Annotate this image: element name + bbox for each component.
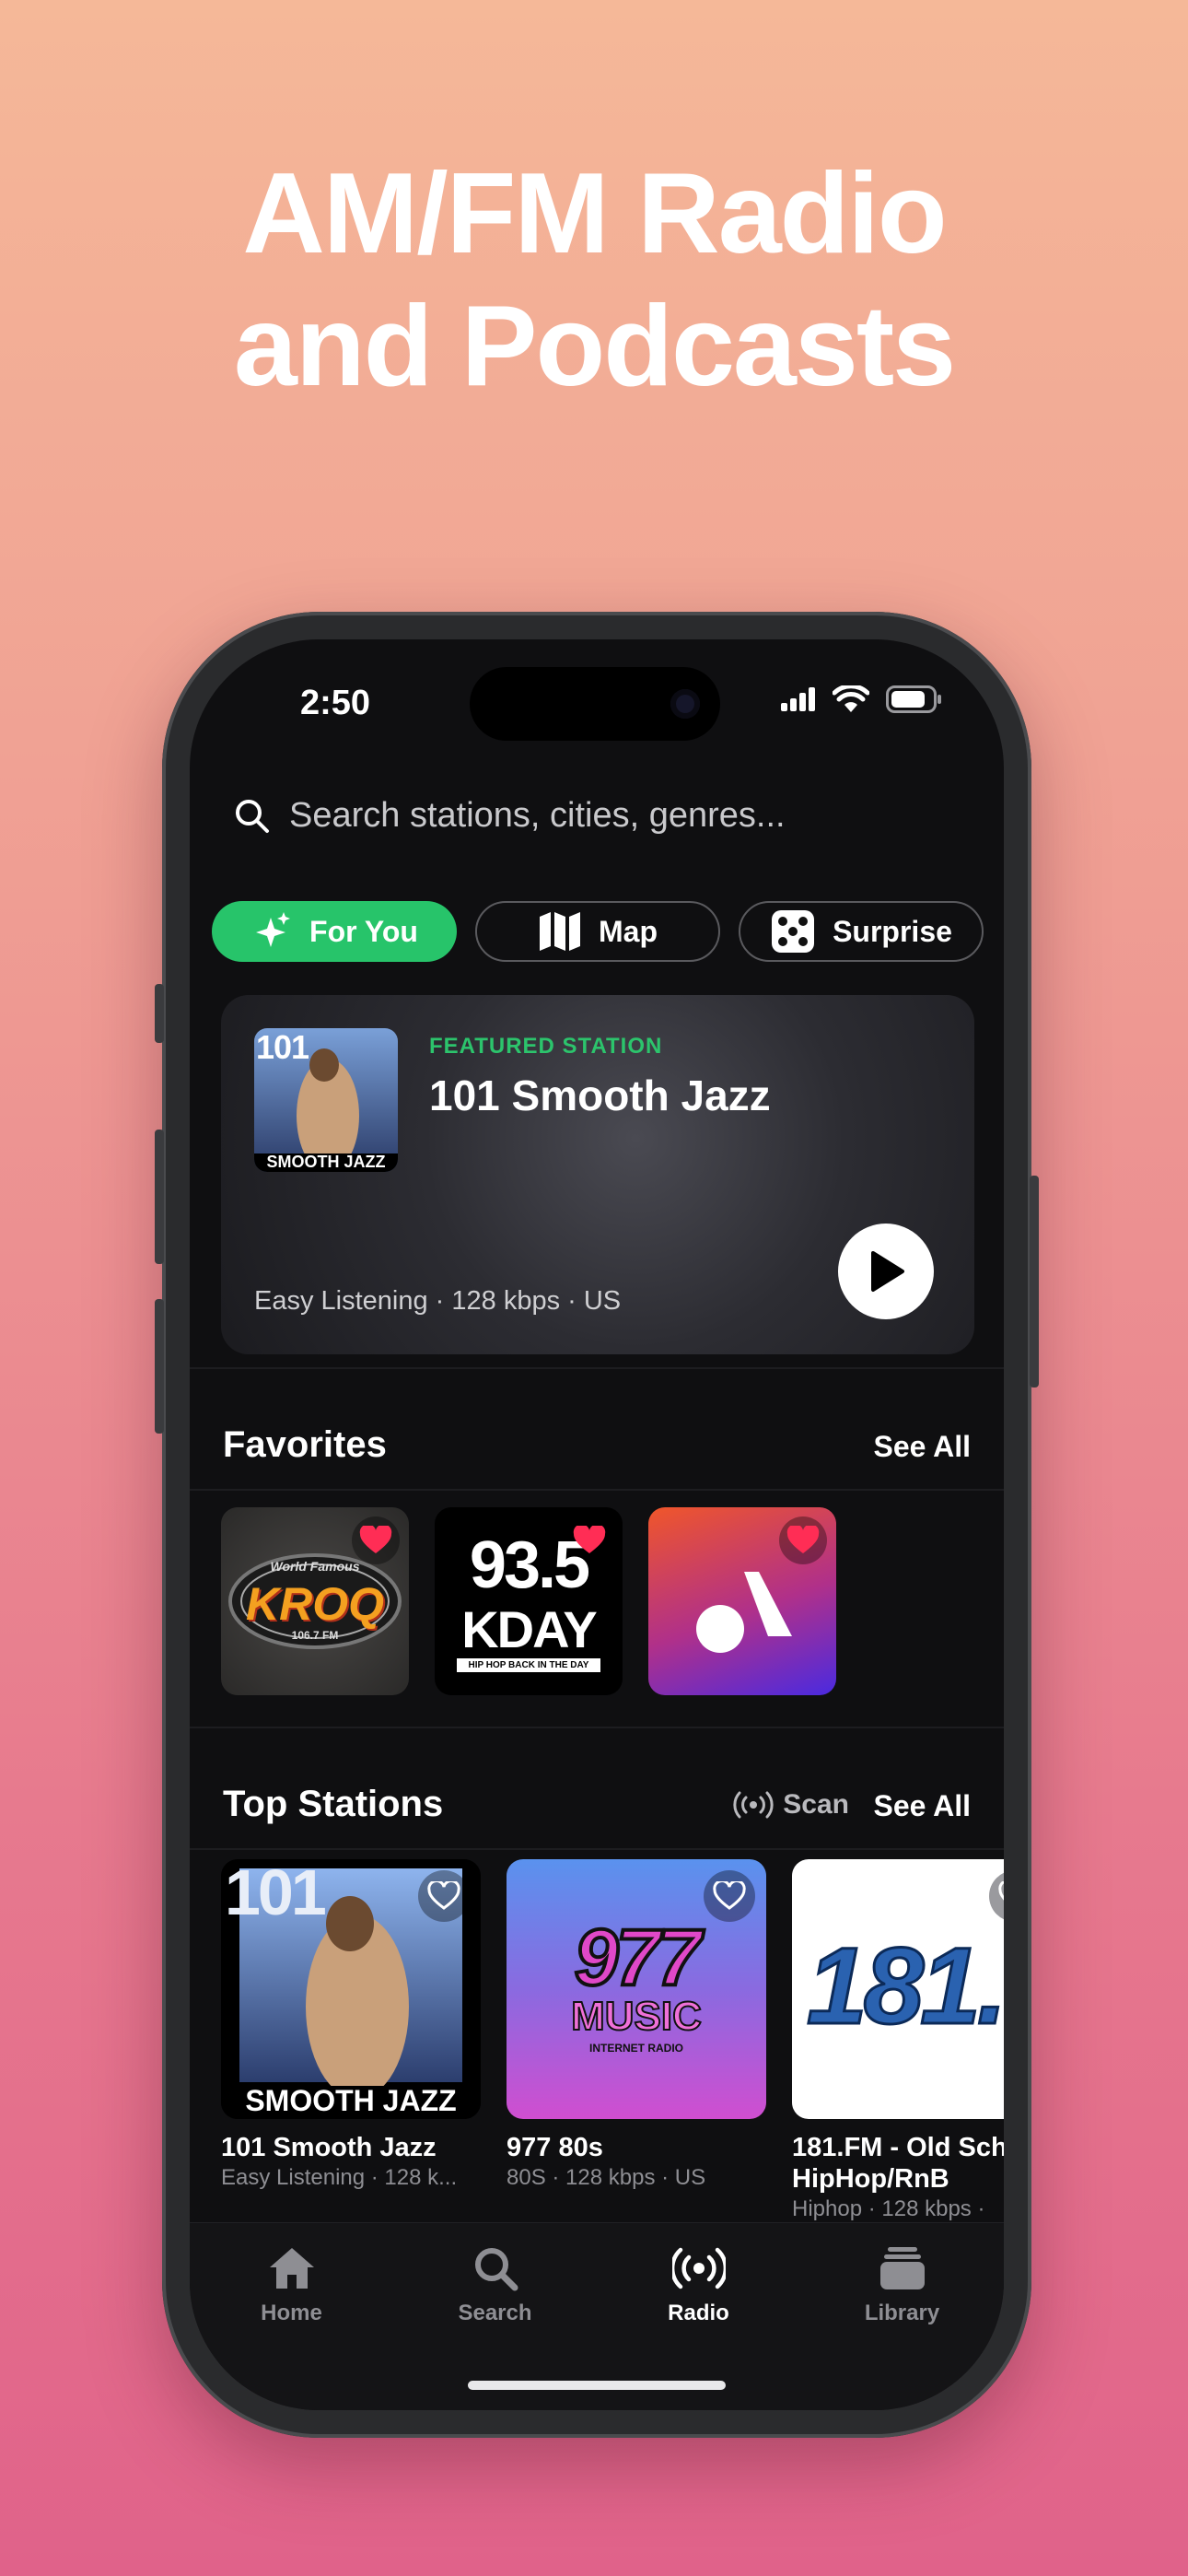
volume-down-button (155, 1299, 164, 1434)
sparkles-icon (256, 912, 291, 947)
play-button[interactable] (838, 1224, 934, 1319)
search-icon (474, 2248, 518, 2291)
favorite-heart[interactable] (565, 1516, 613, 1564)
battery-icon (886, 685, 941, 713)
favorite-toggle[interactable] (704, 1870, 755, 1922)
favorite-toggle[interactable] (989, 1870, 1004, 1922)
chip-for-you-label: For You (309, 914, 418, 948)
favorite-kday[interactable]: 93.5 KDAY HIP HOP BACK IN THE DAY (435, 1507, 623, 1695)
section-divider (190, 1367, 1004, 1369)
heart-outline-icon (998, 1881, 1004, 1901)
headline: AM/FM Radio and Podcasts (0, 147, 1188, 413)
dynamic-island (470, 667, 720, 741)
action-button (155, 984, 164, 1043)
station-card[interactable]: 977 MUSIC INTERNET RADIO 977 80s 80S · 1… (507, 1859, 766, 2222)
tab-search-label: Search (458, 2301, 532, 2325)
app-screen: 2:50 Search stations, cities, genres... (190, 639, 1004, 2410)
radio-waves-icon (671, 2247, 726, 2289)
station-meta: Hiphop · 128 kbps · (792, 2196, 985, 2221)
featured-station-card[interactable]: 101 SMOOTH JAZZ FEATURED STATION 101 Smo… (221, 995, 974, 1354)
map-icon (540, 912, 580, 951)
top-stations-see-all[interactable]: See All (873, 1789, 971, 1823)
kday-tagline: HIP HOP BACK IN THE DAY (457, 1658, 600, 1672)
chip-map-label: Map (599, 914, 658, 948)
volume-up-button (155, 1130, 164, 1264)
top-stations-title: Top Stations (223, 1784, 444, 1824)
featured-title: 101 Smooth Jazz (429, 1071, 771, 1119)
favorite-audacy[interactable] (648, 1507, 836, 1695)
filter-chips: For You Map Surprise (212, 901, 984, 962)
featured-meta: Easy Listening · 128 kbps · US (254, 1286, 622, 1316)
heart-filled-icon (359, 1526, 392, 1553)
station-art-wordmark: MUSIC (570, 1993, 703, 2040)
heart-filled-icon (573, 1526, 606, 1553)
heart-filled-icon (786, 1526, 820, 1553)
station-art-number: 101 (225, 1859, 327, 1928)
station-meta: Easy Listening · 128 k... (221, 2165, 458, 2190)
home-indicator (468, 2381, 726, 2390)
chip-surprise-label: Surprise (833, 914, 952, 948)
station-name: 181.FM - Old Sch HipHop/RnB (792, 2133, 1004, 2194)
headline-line-2: and Podcasts (233, 283, 956, 410)
cellular-signal-icon (781, 687, 815, 711)
heart-outline-icon (427, 1881, 460, 1910)
featured-art-number: 101 (256, 1028, 309, 1066)
station-artwork: 101 SMOOTH JAZZ (221, 1859, 481, 2119)
search-icon (236, 799, 269, 833)
featured-art-caption: SMOOTH JAZZ (266, 1153, 386, 1171)
tab-home[interactable]: Home (190, 2223, 393, 2410)
play-icon (871, 1251, 904, 1292)
search-bar[interactable]: Search stations, cities, genres... (234, 796, 786, 836)
home-icon (269, 2248, 314, 2289)
kroq-frequency: 106.7 FM (291, 1629, 339, 1642)
favorite-kroq[interactable]: World Famous KROQ 106.7 FM (221, 1507, 409, 1695)
kroq-wordmark: KROQ (246, 1578, 384, 1630)
status-time: 2:50 (300, 684, 371, 722)
headline-line-1: AM/FM Radio (242, 150, 947, 277)
favorites-list: World Famous KROQ 106.7 FM 93.5 KDAY HIP… (221, 1507, 836, 1695)
status-icons (781, 685, 943, 713)
tab-home-label: Home (261, 2301, 322, 2325)
front-camera (670, 689, 700, 719)
favorites-title: Favorites (223, 1424, 387, 1465)
station-meta: 80S · 128 kbps · US (507, 2165, 706, 2190)
radio-waves-icon (733, 1791, 774, 1819)
chip-surprise[interactable]: Surprise (739, 901, 984, 962)
kday-wordmark: KDAY (461, 1600, 598, 1658)
section-divider (190, 1489, 1004, 1491)
favorites-see-all[interactable]: See All (873, 1430, 971, 1464)
wifi-icon (833, 685, 869, 712)
power-button (1030, 1176, 1039, 1388)
station-card[interactable]: 101 SMOOTH JAZZ 101 Smooth Jazz Easy Lis… (221, 1859, 481, 2222)
station-name: 977 80s (507, 2133, 603, 2162)
favorite-toggle[interactable] (418, 1870, 470, 1922)
section-divider (190, 1848, 1004, 1850)
station-artwork: 977 MUSIC INTERNET RADIO (507, 1859, 766, 2119)
library-icon (879, 2247, 925, 2289)
station-art-tagline: INTERNET RADIO (589, 2042, 683, 2055)
station-artwork: 181. (792, 1859, 1004, 2119)
favorite-heart[interactable] (352, 1516, 400, 1564)
scan-label: Scan (783, 1789, 849, 1820)
scan-button[interactable]: Scan (733, 1789, 849, 1821)
tab-radio-label: Radio (668, 2301, 729, 2325)
station-card[interactable]: 181. 181.FM - Old Sch HipHop/RnB Hiphop … (792, 1859, 1004, 2222)
top-stations-list: 101 SMOOTH JAZZ 101 Smooth Jazz Easy Lis… (221, 1859, 1004, 2222)
search-placeholder[interactable]: Search stations, cities, genres... (289, 796, 786, 836)
chip-for-you[interactable]: For You (212, 901, 457, 962)
featured-label: FEATURED STATION (429, 1034, 663, 1059)
heart-outline-icon (713, 1881, 746, 1910)
tab-library[interactable]: Library (800, 2223, 1004, 2410)
station-name: 101 Smooth Jazz (221, 2133, 437, 2162)
tab-library-label: Library (864, 2301, 940, 2325)
station-art-number: 181. (806, 1925, 1004, 2049)
dice-icon (772, 910, 815, 953)
section-divider (190, 1727, 1004, 1728)
chip-map[interactable]: Map (475, 901, 720, 962)
favorite-heart[interactable] (779, 1516, 827, 1564)
featured-station-artwork: 101 SMOOTH JAZZ (254, 1028, 398, 1172)
station-art-caption: SMOOTH JAZZ (245, 2084, 457, 2117)
station-art-number: 977 (573, 1912, 704, 2004)
